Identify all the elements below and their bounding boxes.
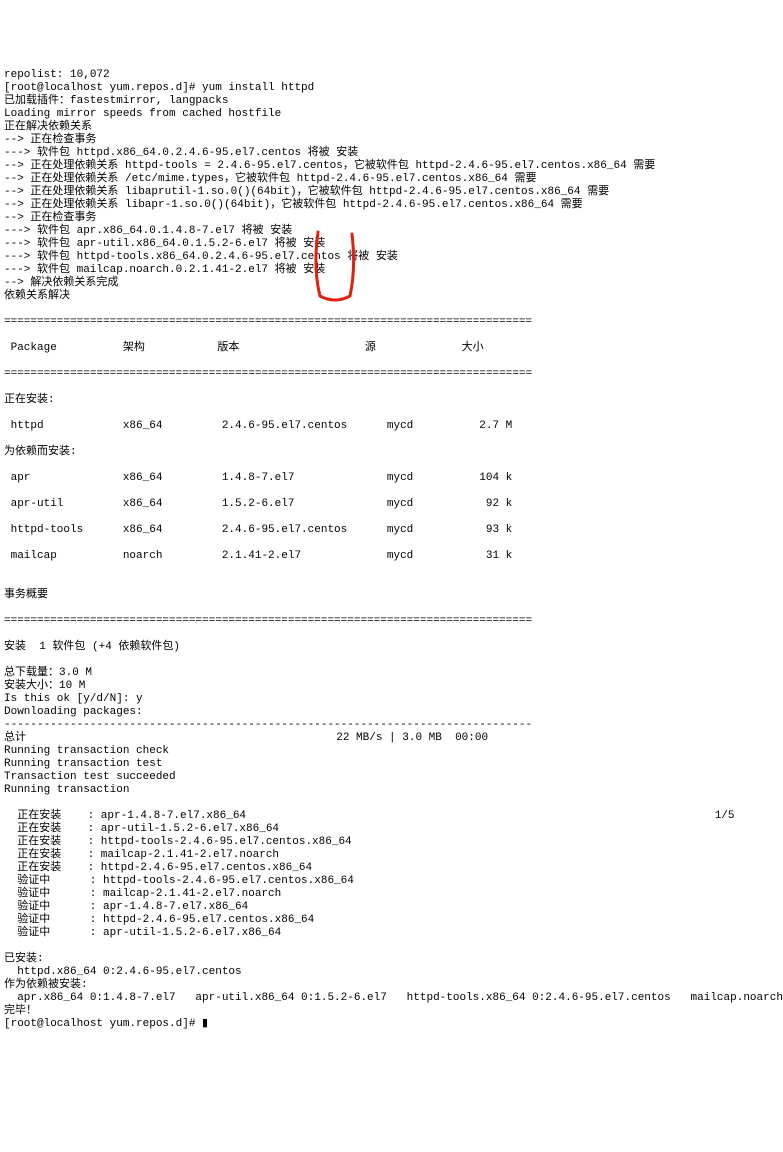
top-line-13: ---> 软件包 apr-util.x86_64.0.1.5.2-6.el7 将… [4, 238, 783, 251]
top-line-2: 已加载插件：fastestmirror, langpacks [4, 95, 783, 108]
top-line-18: 依赖关系解决 [4, 290, 783, 303]
trans-line-2: 正在安装 : httpd-tools-2.4.6-95.el7.centos.x… [4, 836, 783, 849]
end-line-7: 完毕！ [4, 1005, 783, 1018]
top-line-7: --> 正在处理依赖关系 httpd-tools = 2.4.6-95.el7.… [4, 160, 783, 173]
table-row-aprutil: apr-util x86_64 1.5.2-6.el7 mycd 92 k [4, 498, 783, 511]
dl-line-1: 总下载量：3.0 M [4, 667, 783, 680]
divider-line: ========================================… [4, 316, 783, 329]
top-line-12: ---> 软件包 apr.x86_64.0.1.4.8-7.el7 将被 安装 [4, 225, 783, 238]
dl-line-8: Running transaction test [4, 758, 783, 771]
trans-line-3: 正在安装 : mailcap-2.1.41-2.el7.noarch 4/5 [4, 849, 783, 862]
section-deps: 为依赖而安装: [4, 446, 783, 459]
trans-line-9: 验证中 : apr-util-1.5.2-6.el7.x86_64 5/5 [4, 927, 783, 940]
table-row-httpd: httpd x86_64 2.4.6-95.el7.centos mycd 2.… [4, 420, 783, 433]
dl-line-3: Is this ok [y/d/N]: y [4, 693, 783, 706]
trans-summary-title: 事务概要 [4, 589, 783, 602]
dl-line-10: Running transaction [4, 784, 783, 797]
dl-line-2: 安装大小：10 M [4, 680, 783, 693]
trans-line-5: 验证中 : httpd-tools-2.4.6-95.el7.centos.x8… [4, 875, 783, 888]
table-header: Package 架构 版本 源 大小 [4, 342, 783, 355]
top-line-5: --> 正在检查事务 [4, 134, 783, 147]
table-row-httpdtools: httpd-tools x86_64 2.4.6-95.el7.centos m… [4, 524, 783, 537]
top-line-15: ---> 软件包 mailcap.noarch.0.2.1.41-2.el7 将… [4, 264, 783, 277]
top-line-10: --> 正在处理依赖关系 libapr-1.so.0()(64bit)，它被软件… [4, 199, 783, 212]
divider-line: ========================================… [4, 615, 783, 628]
end-line-5: apr.x86_64 0:1.4.8-7.el7 apr-util.x86_64… [4, 992, 783, 1005]
divider-line: ========================================… [4, 368, 783, 381]
top-line-9: --> 正在处理依赖关系 libaprutil-1.so.0()(64bit)，… [4, 186, 783, 199]
top-line-14: ---> 软件包 httpd-tools.x86_64.0.2.4.6-95.e… [4, 251, 783, 264]
top-line-11: --> 正在检查事务 [4, 212, 783, 225]
terminal-output: repolist: 10,072[root@localhost yum.repo… [4, 56, 783, 1044]
end-line-1: 已安装: [4, 953, 783, 966]
section-installing: 正在安装: [4, 394, 783, 407]
dl-line-7: Running transaction check [4, 745, 783, 758]
trans-line-7: 验证中 : apr-1.4.8-7.el7.x86_64 3/5 [4, 901, 783, 914]
top-line-4: 正在解决依赖关系 [4, 121, 783, 134]
trans-line-6: 验证中 : mailcap-2.1.41-2.el7.noarch 2/5 [4, 888, 783, 901]
top-line-3: Loading mirror speeds from cached hostfi… [4, 108, 783, 121]
end-line-8: [root@localhost yum.repos.d]# ▮ [4, 1018, 783, 1031]
trans-line-1: 正在安装 : apr-util-1.5.2-6.el7.x86_64 2/5 [4, 823, 783, 836]
trans-line-0: 正在安装 : apr-1.4.8-7.el7.x86_64 1/5 [4, 810, 783, 823]
top-line-1: [root@localhost yum.repos.d]# yum instal… [4, 82, 783, 95]
top-line-0: repolist: 10,072 [4, 69, 783, 82]
dl-line-9: Transaction test succeeded [4, 771, 783, 784]
table-row-mailcap: mailcap noarch 2.1.41-2.el7 mycd 31 k [4, 550, 783, 563]
top-line-16: --> 解决依赖关系完成 [4, 277, 783, 290]
top-line-8: --> 正在处理依赖关系 /etc/mime.types，它被软件包 httpd… [4, 173, 783, 186]
trans-line-8: 验证中 : httpd-2.4.6-95.el7.centos.x86_64 4… [4, 914, 783, 927]
dl-line-6: 总计 22 MB/s | 3.0 MB 00:00 [4, 732, 783, 745]
end-line-4: 作为依赖被安装: [4, 979, 783, 992]
top-line-6: ---> 软件包 httpd.x86_64.0.2.4.6-95.el7.cen… [4, 147, 783, 160]
table-row-apr: apr x86_64 1.4.8-7.el7 mycd 104 k [4, 472, 783, 485]
dl-line-4: Downloading packages: [4, 706, 783, 719]
end-line-2: httpd.x86_64 0:2.4.6-95.el7.centos [4, 966, 783, 979]
trans-line-4: 正在安装 : httpd-2.4.6-95.el7.centos.x86_64 … [4, 862, 783, 875]
dl-line-5: ----------------------------------------… [4, 719, 783, 732]
trans-summary-line: 安装 1 软件包 (+4 依赖软件包) [4, 641, 783, 654]
